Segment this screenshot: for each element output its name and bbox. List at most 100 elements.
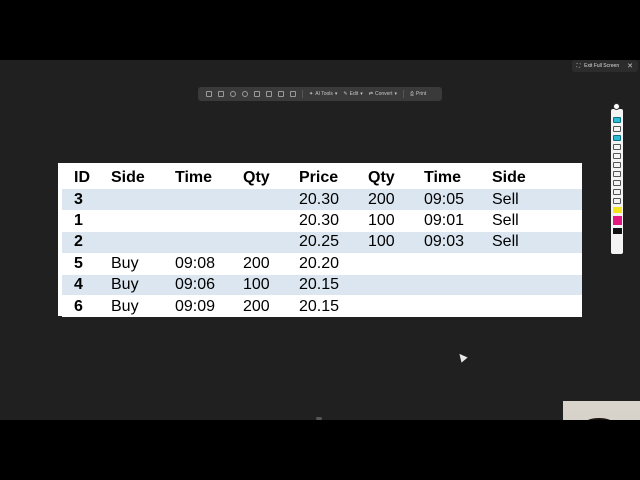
cell-time: 09:03 [424, 231, 492, 254]
cell-id: 5 [62, 252, 111, 275]
cell-qty: 200 [243, 295, 299, 317]
cell-qty: 100 [368, 231, 424, 254]
black-color-swatch[interactable] [612, 228, 622, 234]
table-row: 2 20.25 100 09:03 Sell [62, 231, 582, 254]
scroll-indicator[interactable] [316, 417, 322, 420]
convert-menu[interactable]: ⇄ Convert ▾ [369, 91, 397, 97]
text-tool-icon[interactable] [613, 171, 621, 177]
pin-icon[interactable] [613, 103, 620, 110]
cell-time: 09:01 [424, 209, 492, 232]
cell-time [175, 231, 243, 254]
zoom-in-icon[interactable] [230, 91, 236, 97]
column-header-id: ID [74, 169, 90, 187]
convert-icon: ⇄ [368, 91, 373, 97]
cell-qty: 100 [368, 209, 424, 232]
shape-tool-icon[interactable] [613, 162, 621, 168]
cell-qty [368, 252, 424, 275]
screenshot-tool-icon[interactable] [613, 198, 621, 204]
cell-price: 20.20 [299, 252, 368, 275]
rotate-icon[interactable] [254, 91, 260, 97]
yellow-color-swatch[interactable] [612, 207, 622, 213]
column-header-sell-time: Time [424, 169, 462, 187]
print-button[interactable]: ⎙ Print [410, 91, 426, 97]
ai-tools-menu[interactable]: ✦ AI Tools ▾ [309, 91, 337, 97]
zoom-out-icon[interactable] [242, 91, 248, 97]
table-row: 6 Buy 09:09 200 20.15 [62, 295, 582, 317]
hand-icon[interactable] [266, 91, 272, 97]
column-header-sell-side: Side [492, 169, 526, 187]
document-page: ID Side Time Qty Price Qty Time Side 3 2… [58, 163, 582, 317]
cell-side: Sell [492, 209, 582, 232]
print-icon: ⎙ [410, 91, 415, 97]
select-icon[interactable] [218, 91, 224, 97]
column-header-price: Price [299, 169, 339, 187]
cell-time: 09:06 [175, 273, 243, 296]
highlighter-tool-icon[interactable] [613, 135, 621, 141]
webcam-overlay [563, 401, 640, 420]
column-header-buy-qty: Qty [243, 169, 270, 187]
close-icon[interactable]: ✕ [627, 62, 633, 70]
cell-price: 20.15 [299, 273, 368, 296]
chevron-down-icon: ▾ [360, 91, 363, 97]
pointer-tool-icon[interactable] [613, 117, 621, 123]
cell-price: 20.30 [299, 188, 368, 211]
mouse-cursor-icon [456, 351, 468, 363]
fit-page-icon[interactable] [206, 91, 212, 97]
convert-label: Convert [374, 91, 393, 97]
cell-side: Buy [111, 273, 175, 296]
edit-label: Edit [349, 91, 359, 97]
toolbar-divider [403, 90, 404, 98]
order-book-table: ID Side Time Qty Price Qty Time Side 3 2… [62, 168, 582, 317]
cell-time [175, 209, 243, 232]
print-label: Print [416, 91, 427, 97]
cell-price: 20.30 [299, 209, 368, 232]
cell-id: 1 [62, 209, 111, 232]
eraser-tool-icon[interactable] [613, 153, 621, 159]
clear-tool-icon[interactable] [613, 189, 621, 195]
page-icon[interactable] [278, 91, 284, 97]
cell-side: Sell [492, 188, 582, 211]
sparkle-icon: ✦ [309, 91, 314, 97]
exit-fullscreen-button[interactable]: ⛶ Exit Full Screen ✕ [571, 60, 638, 72]
presenter-hair [583, 418, 615, 420]
cell-id: 6 [62, 295, 111, 317]
magenta-color-swatch[interactable] [612, 216, 622, 225]
table-row: 1 20.30 100 09:01 Sell [62, 209, 582, 232]
cell-side [492, 273, 582, 296]
cell-id: 3 [62, 188, 111, 211]
cell-time: 09:05 [424, 188, 492, 211]
laser-tool-icon[interactable] [613, 126, 621, 132]
table-row: 5 Buy 09:08 200 20.20 [62, 252, 582, 275]
edit-icon: ✎ [343, 91, 348, 97]
cell-side: Buy [111, 295, 175, 317]
table-header-row: ID Side Time Qty Price Qty Time Side [62, 168, 582, 189]
cell-price: 20.25 [299, 231, 368, 254]
cell-id: 4 [62, 273, 111, 296]
cell-time [424, 252, 492, 275]
delete-icon[interactable] [290, 91, 296, 97]
undo-tool-icon[interactable] [613, 180, 621, 186]
pdf-viewer: ⛶ Exit Full Screen ✕ ✦ AI Tools ▾ ✎ Edit… [0, 60, 640, 420]
cell-side [492, 295, 582, 317]
cell-qty [243, 231, 299, 254]
chevron-down-icon: ▾ [394, 91, 397, 97]
annotation-toolbar [611, 103, 623, 254]
cell-time [424, 273, 492, 296]
cell-time: 09:09 [175, 295, 243, 317]
document-toolbar: ✦ AI Tools ▾ ✎ Edit ▾ ⇄ Convert ▾ ⎙ Prin… [198, 87, 442, 101]
cell-price: 20.15 [299, 295, 368, 317]
cell-qty [243, 188, 299, 211]
column-header-buy-time: Time [175, 169, 213, 187]
cell-side [111, 188, 175, 211]
exit-fullscreen-label: Exit Full Screen [584, 63, 620, 69]
table-row: 4 Buy 09:06 100 20.15 [62, 273, 582, 296]
cell-qty [243, 209, 299, 232]
ai-tools-label: AI Tools [315, 91, 333, 97]
pen-tool-icon[interactable] [613, 144, 621, 150]
cell-side [492, 252, 582, 275]
toolbar-divider [302, 90, 303, 98]
cell-time: 09:08 [175, 252, 243, 275]
fullscreen-icon: ⛶ [576, 63, 581, 69]
edit-menu[interactable]: ✎ Edit ▾ [343, 91, 362, 97]
table-row: 3 20.30 200 09:05 Sell [62, 188, 582, 211]
